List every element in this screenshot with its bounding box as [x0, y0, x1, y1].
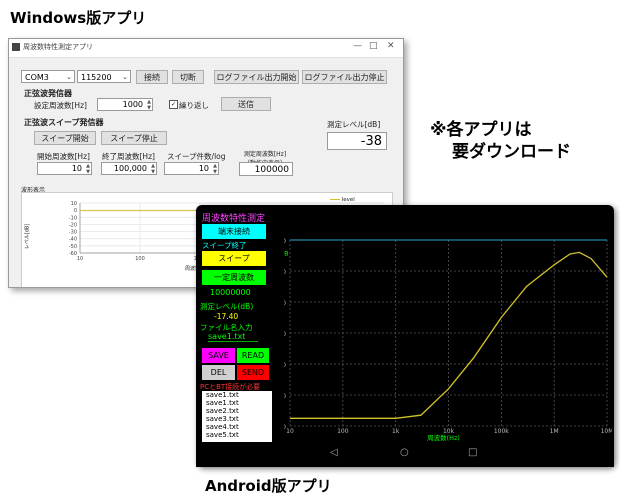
- x-tick-label: 100k: [494, 428, 509, 435]
- chevron-down-icon: ⌄: [122, 73, 128, 81]
- sweep-count-label: スイープ件数/log: [167, 152, 226, 161]
- terminal-connect-button[interactable]: 端末接続: [202, 224, 266, 239]
- sine-section-label: 正弦波発信器: [24, 89, 72, 98]
- repeat-label: 繰り返し: [179, 101, 209, 110]
- sweep-stop-button[interactable]: スイープ停止: [101, 131, 167, 145]
- x-tick-label: 1M: [550, 428, 559, 435]
- chevron-down-icon: ⌄: [66, 73, 72, 81]
- windows-legend: level: [330, 197, 355, 203]
- window-titlebar: 周波数特性測定アプリ — □ ✕: [9, 39, 403, 58]
- y-tick-label: -50: [69, 244, 77, 250]
- android-chart: 0-10-20-30-40-50-60101001k10k100k1M10M周波…: [282, 208, 612, 444]
- sweep-start-button[interactable]: スイープ開始: [34, 131, 96, 145]
- legend-label: level: [341, 197, 355, 203]
- spinner-icon[interactable]: ▲ ▼: [151, 163, 155, 175]
- file-list[interactable]: save1.txt save1.txt save2.txt save3.txt …: [202, 391, 272, 444]
- start-freq-value: 10: [71, 164, 82, 173]
- sweep-end-status: スイープ終了: [202, 241, 247, 250]
- spinner-icon[interactable]: ▲ ▼: [147, 99, 151, 111]
- spinner-icon[interactable]: ▲ ▼: [86, 163, 90, 175]
- set-freq-value: 1000: [122, 100, 143, 109]
- repeat-checkbox[interactable]: ✓: [169, 100, 178, 109]
- y-tick-label: -60: [69, 251, 77, 257]
- disconnect-button[interactable]: 切断: [172, 70, 204, 84]
- meas-freq-value: 100000: [239, 162, 293, 176]
- save-button[interactable]: SAVE: [202, 348, 235, 363]
- meas-freq-label-1: 測定周波数[Hz]: [243, 151, 287, 158]
- y-tick-label: 0: [74, 208, 77, 214]
- legend-swatch: [330, 199, 340, 200]
- start-freq-label: 開始周波数[Hz]: [37, 152, 90, 161]
- spinner-icon[interactable]: ▲ ▼: [213, 163, 217, 175]
- baud-select[interactable]: 115200 ⌄: [77, 70, 131, 83]
- port-value: COM3: [25, 73, 49, 82]
- app-icon: [12, 43, 20, 51]
- x-tick-label: 10M: [601, 428, 612, 435]
- level-label: 測定レベル(dB): [200, 302, 254, 311]
- note-line-2: 要ダウンロード: [452, 142, 571, 162]
- x-tick-label: 1k: [392, 428, 400, 435]
- send-button[interactable]: 送信: [221, 97, 271, 111]
- log-stop-button[interactable]: ログファイル出力停止: [302, 70, 387, 84]
- y-tick-label: 10: [71, 201, 77, 207]
- start-freq-input[interactable]: 10 ▲ ▼: [37, 162, 92, 175]
- sweep-section-label: 正弦波スイープ発信器: [24, 118, 104, 127]
- set-freq-input[interactable]: 1000 ▲ ▼: [97, 98, 153, 111]
- end-freq-value: 100,000: [113, 164, 147, 173]
- read-button[interactable]: READ: [237, 348, 269, 363]
- android-control-panel: 周波数特性測定 端末接続 スイープ終了 スイープ 一定周波数 10000000 …: [200, 210, 284, 445]
- android-chart-bg: [282, 208, 612, 444]
- list-item[interactable]: save1.txt: [202, 391, 272, 399]
- sweep-count-input[interactable]: 10 ▲ ▼: [164, 162, 219, 175]
- file-name-input[interactable]: save1.txt: [208, 332, 258, 342]
- log-start-button[interactable]: ログファイル出力開始: [214, 70, 299, 84]
- back-icon[interactable]: ◁: [330, 447, 338, 458]
- list-item[interactable]: save5.txt: [202, 431, 272, 439]
- send-button[interactable]: SEND: [237, 365, 269, 380]
- level-value: -38: [327, 132, 387, 150]
- fixed-freq-button[interactable]: 一定周波数: [202, 270, 266, 285]
- minimize-icon[interactable]: —: [353, 41, 362, 51]
- x-tick-label: 10: [286, 428, 294, 435]
- y-tick-label: -30: [69, 230, 77, 236]
- del-button[interactable]: DEL: [202, 365, 235, 380]
- x-axis-label: 周波数(Hz): [427, 433, 460, 442]
- android-heading: Android版アプリ: [205, 477, 332, 495]
- x-tick-label: 100: [135, 256, 145, 262]
- window-title: 周波数特性測定アプリ: [23, 43, 93, 51]
- sweep-button[interactable]: スイープ: [202, 251, 266, 266]
- baud-value: 115200: [81, 73, 112, 82]
- windows-heading: Windows版アプリ: [10, 9, 147, 27]
- list-item[interactable]: save4.txt: [202, 423, 272, 431]
- maximize-icon[interactable]: □: [369, 41, 378, 51]
- home-icon[interactable]: ○: [400, 447, 409, 458]
- sweep-count-value: 10: [198, 164, 209, 173]
- port-select[interactable]: COM3 ⌄: [21, 70, 75, 83]
- windows-chart-ylabel: レベル[dB]: [24, 223, 31, 250]
- x-tick-label: 10: [77, 256, 83, 262]
- level-label: 測定レベル[dB]: [327, 120, 381, 129]
- list-item[interactable]: save1.txt: [202, 399, 272, 407]
- y-tick-label: -40: [69, 237, 77, 243]
- set-freq-label: 設定周波数[Hz]: [34, 101, 87, 110]
- recent-apps-icon[interactable]: □: [468, 447, 477, 458]
- x-tick-label: 100: [337, 428, 349, 435]
- list-item[interactable]: save3.txt: [202, 415, 272, 423]
- close-icon[interactable]: ✕: [387, 41, 395, 51]
- end-freq-input[interactable]: 100,000 ▲ ▼: [101, 162, 157, 175]
- y-tick-label: -10: [69, 215, 77, 221]
- y-tick-label: -20: [69, 222, 77, 228]
- connect-button[interactable]: 接続: [136, 70, 168, 84]
- list-item[interactable]: save2.txt: [202, 407, 272, 415]
- level-value: -17.40: [214, 312, 239, 321]
- freq-value: 10000000: [210, 288, 251, 297]
- end-freq-label: 終了周波数[Hz]: [102, 152, 155, 161]
- android-title: 周波数特性測定: [202, 214, 266, 224]
